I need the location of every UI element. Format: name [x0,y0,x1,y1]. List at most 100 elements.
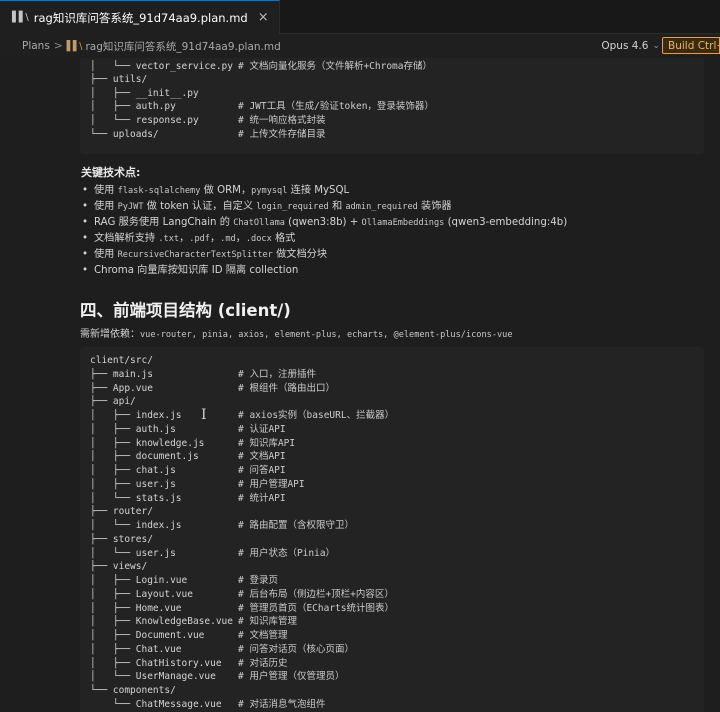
tree-comment: # 登录页 [238,575,278,586]
code-line: │ ├── auth.js # 认证API [90,423,286,437]
bullet-text: 和 [328,201,346,212]
frontend-dependencies: 需新增依赖：vue-router, pinia, axios, element-… [80,325,513,340]
code-line: │ └── response.py # 统一响应格式封装 [90,114,325,128]
bullet-text: Chroma 向量库按知识库 ID 隔离 collection [94,265,299,276]
tree-path: │ └── index.js [90,520,182,531]
bullet-text: 做文档分块 [272,249,328,260]
bullet-text: 格式 [271,233,296,244]
file-icon: ▌▌\ [12,12,29,23]
code-line: │ ├── knowledge.js # 知识库API [90,437,295,451]
key-tech-item: • 使用 flask-sqlalchemy 做 ORM，pymysql 连接 My… [82,184,349,198]
code-line: ├── api/ [90,395,136,409]
tree-comment: # 统计API [238,492,286,504]
tree-path: ├── main.js [90,368,153,380]
bullet-icon: • [82,249,89,260]
tree-comment: # 认证API [238,423,286,435]
code-line: └── uploads/ # 上传文件存储目录 [90,128,325,142]
tree-path: │ ├── document.js [90,451,199,463]
tree-path: │ ├── auth.py [90,101,176,113]
file-icon: ▌▌\ [66,40,83,52]
inline-code: login_required [256,202,329,212]
inline-code: .docx [245,234,272,244]
code-line: │ └── stats.js # 统计API [90,492,286,506]
tree-comment: # 对话历史 [238,657,288,669]
tree-comment: # 路由配置（含权限守卫） [238,520,354,531]
code-line: └── ChatMessage.vue # 对话消息气泡组件 [90,698,326,712]
inline-code: .txt [158,234,180,244]
tree-comment: # 根组件（路由出口） [238,382,335,394]
bullet-text: 装饰器 [417,201,452,212]
code-line: │ ├── index.js # axios实例（baseURL、拦截器） [90,409,394,423]
deps-prefix: 需新增依赖： [80,329,140,340]
tree-comment: # 问答API [238,465,286,476]
tree-path: │ ├── Home.vue [90,602,182,614]
tree-path: │ ├── Login.vue [90,575,188,586]
tree-path: │ └── stats.js [90,492,182,504]
key-tech-item: • Chroma 向量库按知识库 ID 隔离 collection [82,264,298,278]
code-line: │ ├── ChatHistory.vue # 对话历史 [90,657,287,671]
bullet-icon: • [82,185,89,196]
tree-path: └── ChatMessage.vue [90,698,222,710]
tree-path: │ └── UserManage.vue [90,671,216,683]
inline-code: RecursiveCharacterTextSplitter [117,250,273,260]
tree-comment: # 管理员首页（ECharts统计图表） [238,602,394,614]
deps-code: vue-router, pinia, axios, element-plus, … [140,330,513,340]
tree-comment: # 文档向量化服务（文件解析+Chroma存储） [238,60,432,72]
key-tech-heading: 关键技术点: [81,166,141,179]
frontend-structure-code-block: client/src/ ├── main.js # 入口，注册插件 ├── App.v… [80,347,704,712]
bullet-text: 使用 [94,201,118,212]
inline-code: PyJWT [117,202,144,212]
code-line: │ ├── document.js # 文档API [90,450,286,464]
bullet-text: 做 ORM， [200,185,252,196]
build-button[interactable]: Build Ctrl+ [662,37,720,54]
code-line: │ ├── chat.js # 问答API [90,464,286,478]
code-line: ├── main.js # 入口，注册插件 [90,368,316,382]
code-line: │ ├── KnowledgeBase.vue # 知识库管理 [90,615,297,629]
code-line: └── components/ [90,684,176,698]
code-line: │ ├── Document.vue # 文档管理 [90,629,287,643]
bullet-text: RAG 服务使用 LangChain 的 [94,217,234,228]
tree-path: client/src/ [90,355,153,366]
inline-code: flask-sqlalchemy [117,186,201,196]
editor-tab[interactable]: ▌▌\ rag知识库问答系统_91d74aa9.plan.md × [0,0,280,34]
tree-comment: # 入口，注册插件 [238,368,316,380]
tree-comment: # 后台布局（侧边栏+顶栏+内容区） [238,588,394,600]
tree-path: │ └── user.js [90,547,176,559]
close-icon[interactable]: × [258,10,269,25]
code-line: │ ├── Layout.vue # 后台布局（侧边栏+顶栏+内容区） [90,588,394,602]
tree-path: ├── api/ [90,396,136,408]
tree-path: ├── utils/ [90,74,148,86]
frontend-heading: 四、前端项目结构 (client/) [80,301,291,320]
model-name: Opus 4.6 [601,40,649,52]
breadcrumb-root[interactable]: Plans [22,40,50,52]
code-line: ├── stores/ [90,533,153,547]
tree-path: │ ├── Document.vue [90,630,205,641]
chevron-right-icon: > [53,40,63,52]
tree-path: │ ├── index.js [90,410,182,421]
model-selector[interactable]: Opus 4.6 ⌄ [601,34,660,58]
code-line: │ ├── Chat.vue # 问答对话页（核心页面） [90,643,354,657]
code-line: │ ├── auth.py # JWT工具（生成/验证token，登录装饰器） [90,100,434,114]
code-line: │ ├── __init__.py [90,87,199,101]
bullet-icon: • [82,233,89,244]
key-tech-item: • RAG 服务使用 LangChain 的 ChatOllama (qwen3:… [82,216,567,230]
tree-comment: # 文档管理 [238,630,288,641]
tree-path: │ ├── KnowledgeBase.vue [90,616,233,628]
tree-comment: # 统一响应格式封装 [238,115,326,126]
tree-path: │ ├── auth.js [90,423,176,435]
bullet-icon: • [82,201,89,212]
bullet-text: (qwen3:8b) + [284,217,362,228]
tree-path: ├── stores/ [90,533,153,545]
inline-code: .pdf [189,234,210,244]
code-line: │ └── UserManage.vue # 用户管理（仅管理员） [90,670,344,684]
tree-comment: # 知识库管理 [238,616,297,628]
inline-code: ChatOllama [233,218,285,228]
breadcrumb-file[interactable]: rag知识库问答系统_91d74aa9.plan.md [85,39,280,54]
tab-title: rag知识库问答系统_91d74aa9.plan.md [33,10,248,25]
tree-path: │ ├── __init__.py [90,87,199,99]
key-tech-item: • 使用 RecursiveCharacterTextSplitter 做文档分块 [82,248,327,262]
tree-path: │ ├── ChatHistory.vue [90,657,222,669]
key-tech-item: • 使用 PyJWT 做 token 认证，自定义 login_required … [82,200,452,214]
code-line: │ └── index.js # 路由配置（含权限守卫） [90,519,354,533]
code-line: │ ├── Login.vue # 登录页 [90,574,278,588]
